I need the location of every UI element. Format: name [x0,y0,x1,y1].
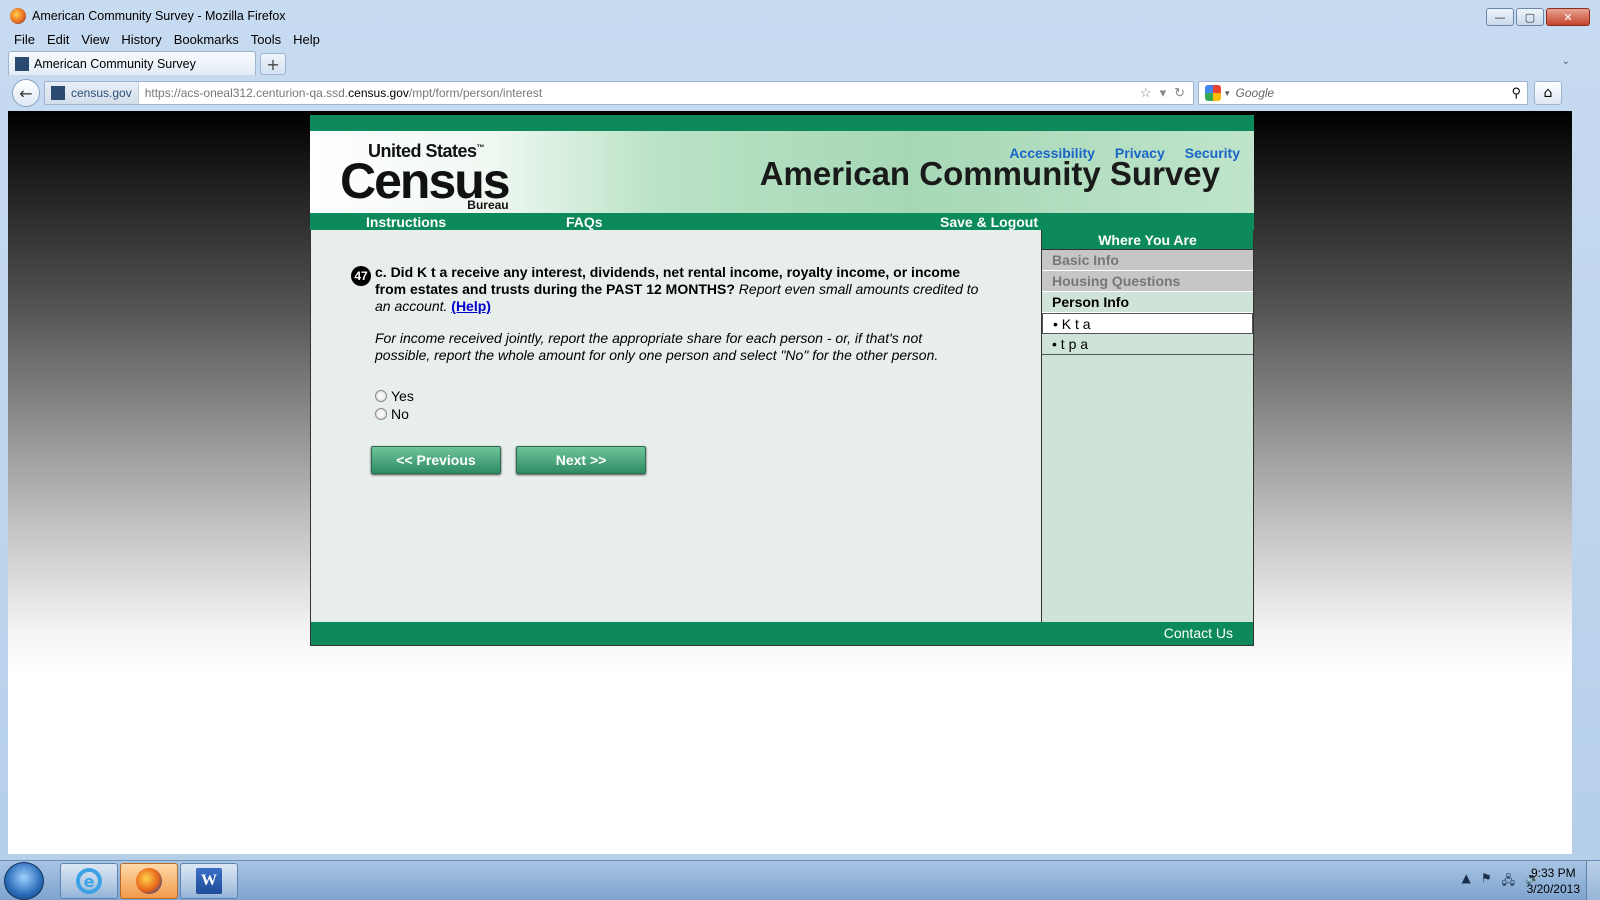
census-banner: United States™ Census Bureau American Co… [310,131,1254,213]
firefox-icon [10,8,26,24]
show-hidden-icons-icon[interactable]: ▲ [1462,871,1471,892]
no-radio[interactable] [375,408,387,420]
menu-edit[interactable]: Edit [41,30,75,49]
no-label[interactable]: No [391,406,409,422]
clock[interactable]: 9:33 PM 3/20/2013 [1527,865,1580,897]
where-you-are-sidebar: Where You Are Basic Info Housing Questio… [1041,230,1253,622]
firefox-icon [136,868,162,894]
show-desktop-button[interactable] [1586,861,1600,900]
close-button[interactable]: ✕ [1546,8,1590,26]
sidebar-item-person-tpa[interactable]: • t p a [1042,334,1253,355]
question-note: For income received jointly, report the … [375,330,939,363]
previous-button[interactable]: << Previous [371,446,501,474]
sidebar-item-basic-info: Basic Info [1042,250,1253,271]
nav-save-logout[interactable]: Save & Logout [940,214,1038,230]
start-button[interactable] [4,862,44,900]
navigation-bar: ← census.gov https://acs-oneal312.centur… [8,78,1592,108]
bookmark-star-icon[interactable]: ☆ [1140,85,1152,101]
logo-trademark: ™ [476,143,485,152]
logo-census: Census [340,153,511,209]
network-icon[interactable]: 🖧 [1502,871,1515,892]
taskbar-firefox[interactable] [120,863,178,899]
accessibility-link[interactable]: Accessibility [1009,145,1095,161]
search-magnifier-icon[interactable]: ⚲ [1511,85,1521,101]
clock-date: 3/20/2013 [1526,882,1580,896]
survey-page: United States™ Census Bureau American Co… [310,115,1254,646]
nav-instructions[interactable]: Instructions [366,214,446,230]
search-input[interactable]: Google [1230,86,1512,100]
question-area: 47 c. Did K t a receive any interest, di… [311,230,1041,622]
search-bar[interactable]: ▾ Google ⚲ [1198,81,1528,105]
window-controls: — ▢ ✕ [1486,8,1590,26]
survey-nav: Instructions FAQs Save & Logout [310,213,1254,230]
tab-american-community-survey[interactable]: American Community Survey [8,51,256,75]
site-identity[interactable]: census.gov [45,82,139,104]
title-bar: American Community Survey - Mozilla Fire… [0,0,1600,32]
tab-label: American Community Survey [34,56,196,71]
footer-links: Accessibility Privacy Security [1009,145,1240,161]
taskbar-word[interactable]: W [180,863,238,899]
nav-faqs[interactable]: FAQs [566,214,603,230]
sidebar-item-person-info[interactable]: Person Info [1042,292,1253,313]
reload-icon[interactable]: ↻ [1174,85,1185,101]
action-center-flag-icon[interactable]: ⚑ [1481,871,1492,892]
privacy-link[interactable]: Privacy [1115,145,1165,161]
yes-radio[interactable] [375,390,387,402]
header-band [310,115,1254,131]
main-content: 47 c. Did K t a receive any interest, di… [310,230,1254,622]
url-suffix: /mpt/form/person/interest [408,86,543,100]
internet-explorer-icon: e [76,868,102,894]
yes-label[interactable]: Yes [391,388,414,404]
window-title: American Community Survey - Mozilla Fire… [32,9,286,23]
menu-file[interactable]: File [8,30,41,49]
minimize-button[interactable]: — [1486,8,1514,26]
sidebar-item-housing-questions: Housing Questions [1042,271,1253,292]
census-favicon-icon [51,86,65,100]
maximize-button[interactable]: ▢ [1516,8,1544,26]
menu-view[interactable]: View [75,30,115,49]
dropdown-arrow-icon[interactable]: ▾ [1160,85,1167,101]
help-link[interactable]: (Help) [451,298,491,314]
option-no[interactable]: No [375,406,409,422]
home-icon[interactable]: ⌂ [1534,81,1562,105]
tab-bar: American Community Survey + [8,51,286,75]
url-text[interactable]: https://acs-oneal312.centurion-qa.ssd.ce… [139,86,1140,100]
menu-bookmarks[interactable]: Bookmarks [168,30,245,49]
url-controls: ☆ ▾ ↻ [1140,85,1193,101]
menu-bar: File Edit View History Bookmarks Tools H… [8,30,326,49]
taskbar-internet-explorer[interactable]: e [60,863,118,899]
security-link[interactable]: Security [1185,145,1240,161]
page-viewport: United States™ Census Bureau American Co… [8,111,1572,854]
menu-help[interactable]: Help [287,30,326,49]
question-number: 47 [351,266,371,286]
taskbar: e W ▲ ⚑ 🖧 🔊 9:33 PM 3/20/2013 [0,860,1600,900]
census-favicon-icon [15,56,29,71]
census-bureau-logo[interactable]: United States™ Census Bureau [340,141,511,212]
word-icon: W [196,868,222,894]
back-arrow-icon[interactable]: ← [12,79,40,107]
url-bar[interactable]: census.gov https://acs-oneal312.centurio… [44,81,1194,105]
option-yes[interactable]: Yes [375,388,414,404]
url-prefix: https://acs-oneal312.centurion-qa.ssd. [144,86,349,100]
contact-us-link[interactable]: Contact Us [1164,625,1233,641]
google-icon[interactable] [1205,85,1221,101]
identity-label: census.gov [71,86,132,100]
menu-tools[interactable]: Tools [245,30,287,49]
next-button[interactable]: Next >> [516,446,646,474]
sidebar-header: Where You Are [1042,230,1253,250]
footer-band: Contact Us [310,622,1254,646]
clock-time: 9:33 PM [1530,866,1576,880]
browser-window: American Community Survey - Mozilla Fire… [0,0,1600,860]
question-text: c. Did K t a receive any interest, divid… [375,264,995,315]
menu-history[interactable]: History [115,30,167,49]
url-domain: census.gov [348,86,409,100]
new-tab-button[interactable]: + [260,53,286,75]
sidebar-item-person-kta[interactable]: • K t a [1042,313,1253,334]
tab-list-chevron-icon[interactable]: ⌄ [1562,56,1570,67]
